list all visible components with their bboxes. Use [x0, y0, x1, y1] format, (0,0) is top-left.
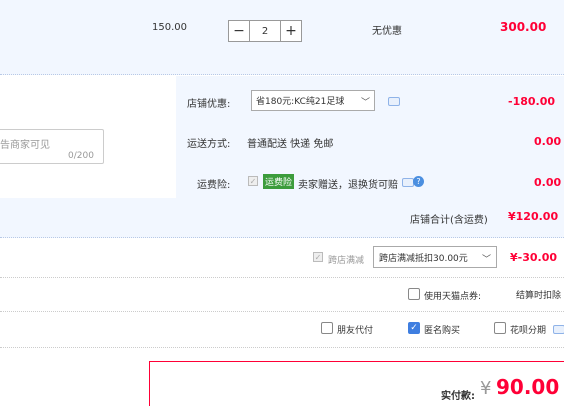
shop-total-label: 店铺合计(含运费) — [410, 215, 488, 226]
shop-coupon-select[interactable]: 省180元:KC纯21足球 ﹀ — [251, 90, 375, 111]
shop-total-amount: ¥120.00 — [508, 210, 559, 223]
points-label: 使用天猫点券: — [424, 292, 482, 302]
friend-pay-checkbox[interactable] — [321, 322, 333, 334]
decrease-button[interactable]: − — [228, 20, 250, 42]
points-checkbox[interactable] — [408, 288, 420, 300]
insurance-label: 运费险: — [197, 180, 231, 191]
cross-store-checkbox: ✓ — [313, 252, 323, 262]
item-subtotal: 300.00 — [500, 20, 547, 34]
quantity-stepper: − 2 + — [228, 20, 302, 42]
total-payment-label: 实付款: — [441, 391, 475, 402]
increase-button[interactable]: + — [280, 20, 302, 42]
payment-options-row — [0, 312, 564, 348]
chevron-down-icon: ﹀ — [481, 255, 491, 265]
cross-store-amount: ¥-30.00 — [510, 251, 558, 264]
shipping-label: 运送方式: — [187, 139, 231, 150]
shop-coupon-select-value: 省180元:KC纯21足球 — [256, 97, 345, 107]
currency-symbol: ¥ — [480, 378, 492, 399]
insurance-text: 卖家赠送，退换货可赔 — [298, 180, 398, 191]
quantity-input[interactable]: 2 — [250, 20, 280, 42]
points-note: 结算时扣除 — [516, 291, 562, 301]
message-placeholder: 告商家可见 — [0, 140, 50, 151]
shipping-amount: 0.00 — [534, 135, 562, 148]
anonymous-checkbox[interactable]: ✓ — [408, 322, 420, 334]
anonymous-label: 匿名购买 — [424, 326, 461, 336]
friend-pay-label: 朋友代付 — [337, 326, 374, 336]
installment-checkbox[interactable] — [494, 322, 506, 334]
item-discount-text: 无优惠 — [372, 26, 402, 37]
insurance-badge: 运费险 — [263, 174, 295, 189]
chat-icon[interactable] — [553, 325, 564, 334]
chevron-down-icon: ﹀ — [360, 98, 370, 108]
message-char-count: 0/200 — [68, 151, 94, 161]
help-icon[interactable]: ? — [413, 176, 424, 187]
cross-store-select-value: 跨店满减抵扣30.00元 — [379, 253, 468, 264]
installment-label: 花呗分期 — [510, 326, 547, 336]
insurance-checkbox: ✓ — [248, 176, 258, 186]
insurance-amount: 0.00 — [534, 176, 562, 189]
shop-coupon-label: 店铺优惠: — [187, 99, 231, 110]
shipping-method: 普通配送 快递 免邮 — [247, 139, 334, 150]
shop-coupon-amount: -180.00 — [508, 95, 556, 108]
unit-price: 150.00 — [152, 22, 187, 33]
cross-store-label: 跨店满减 — [328, 256, 365, 266]
cross-store-select[interactable]: 跨店满减抵扣30.00元 ﹀ — [373, 246, 497, 268]
chat-icon[interactable] — [388, 97, 400, 106]
total-payment-amount: 90.00 — [496, 375, 560, 399]
